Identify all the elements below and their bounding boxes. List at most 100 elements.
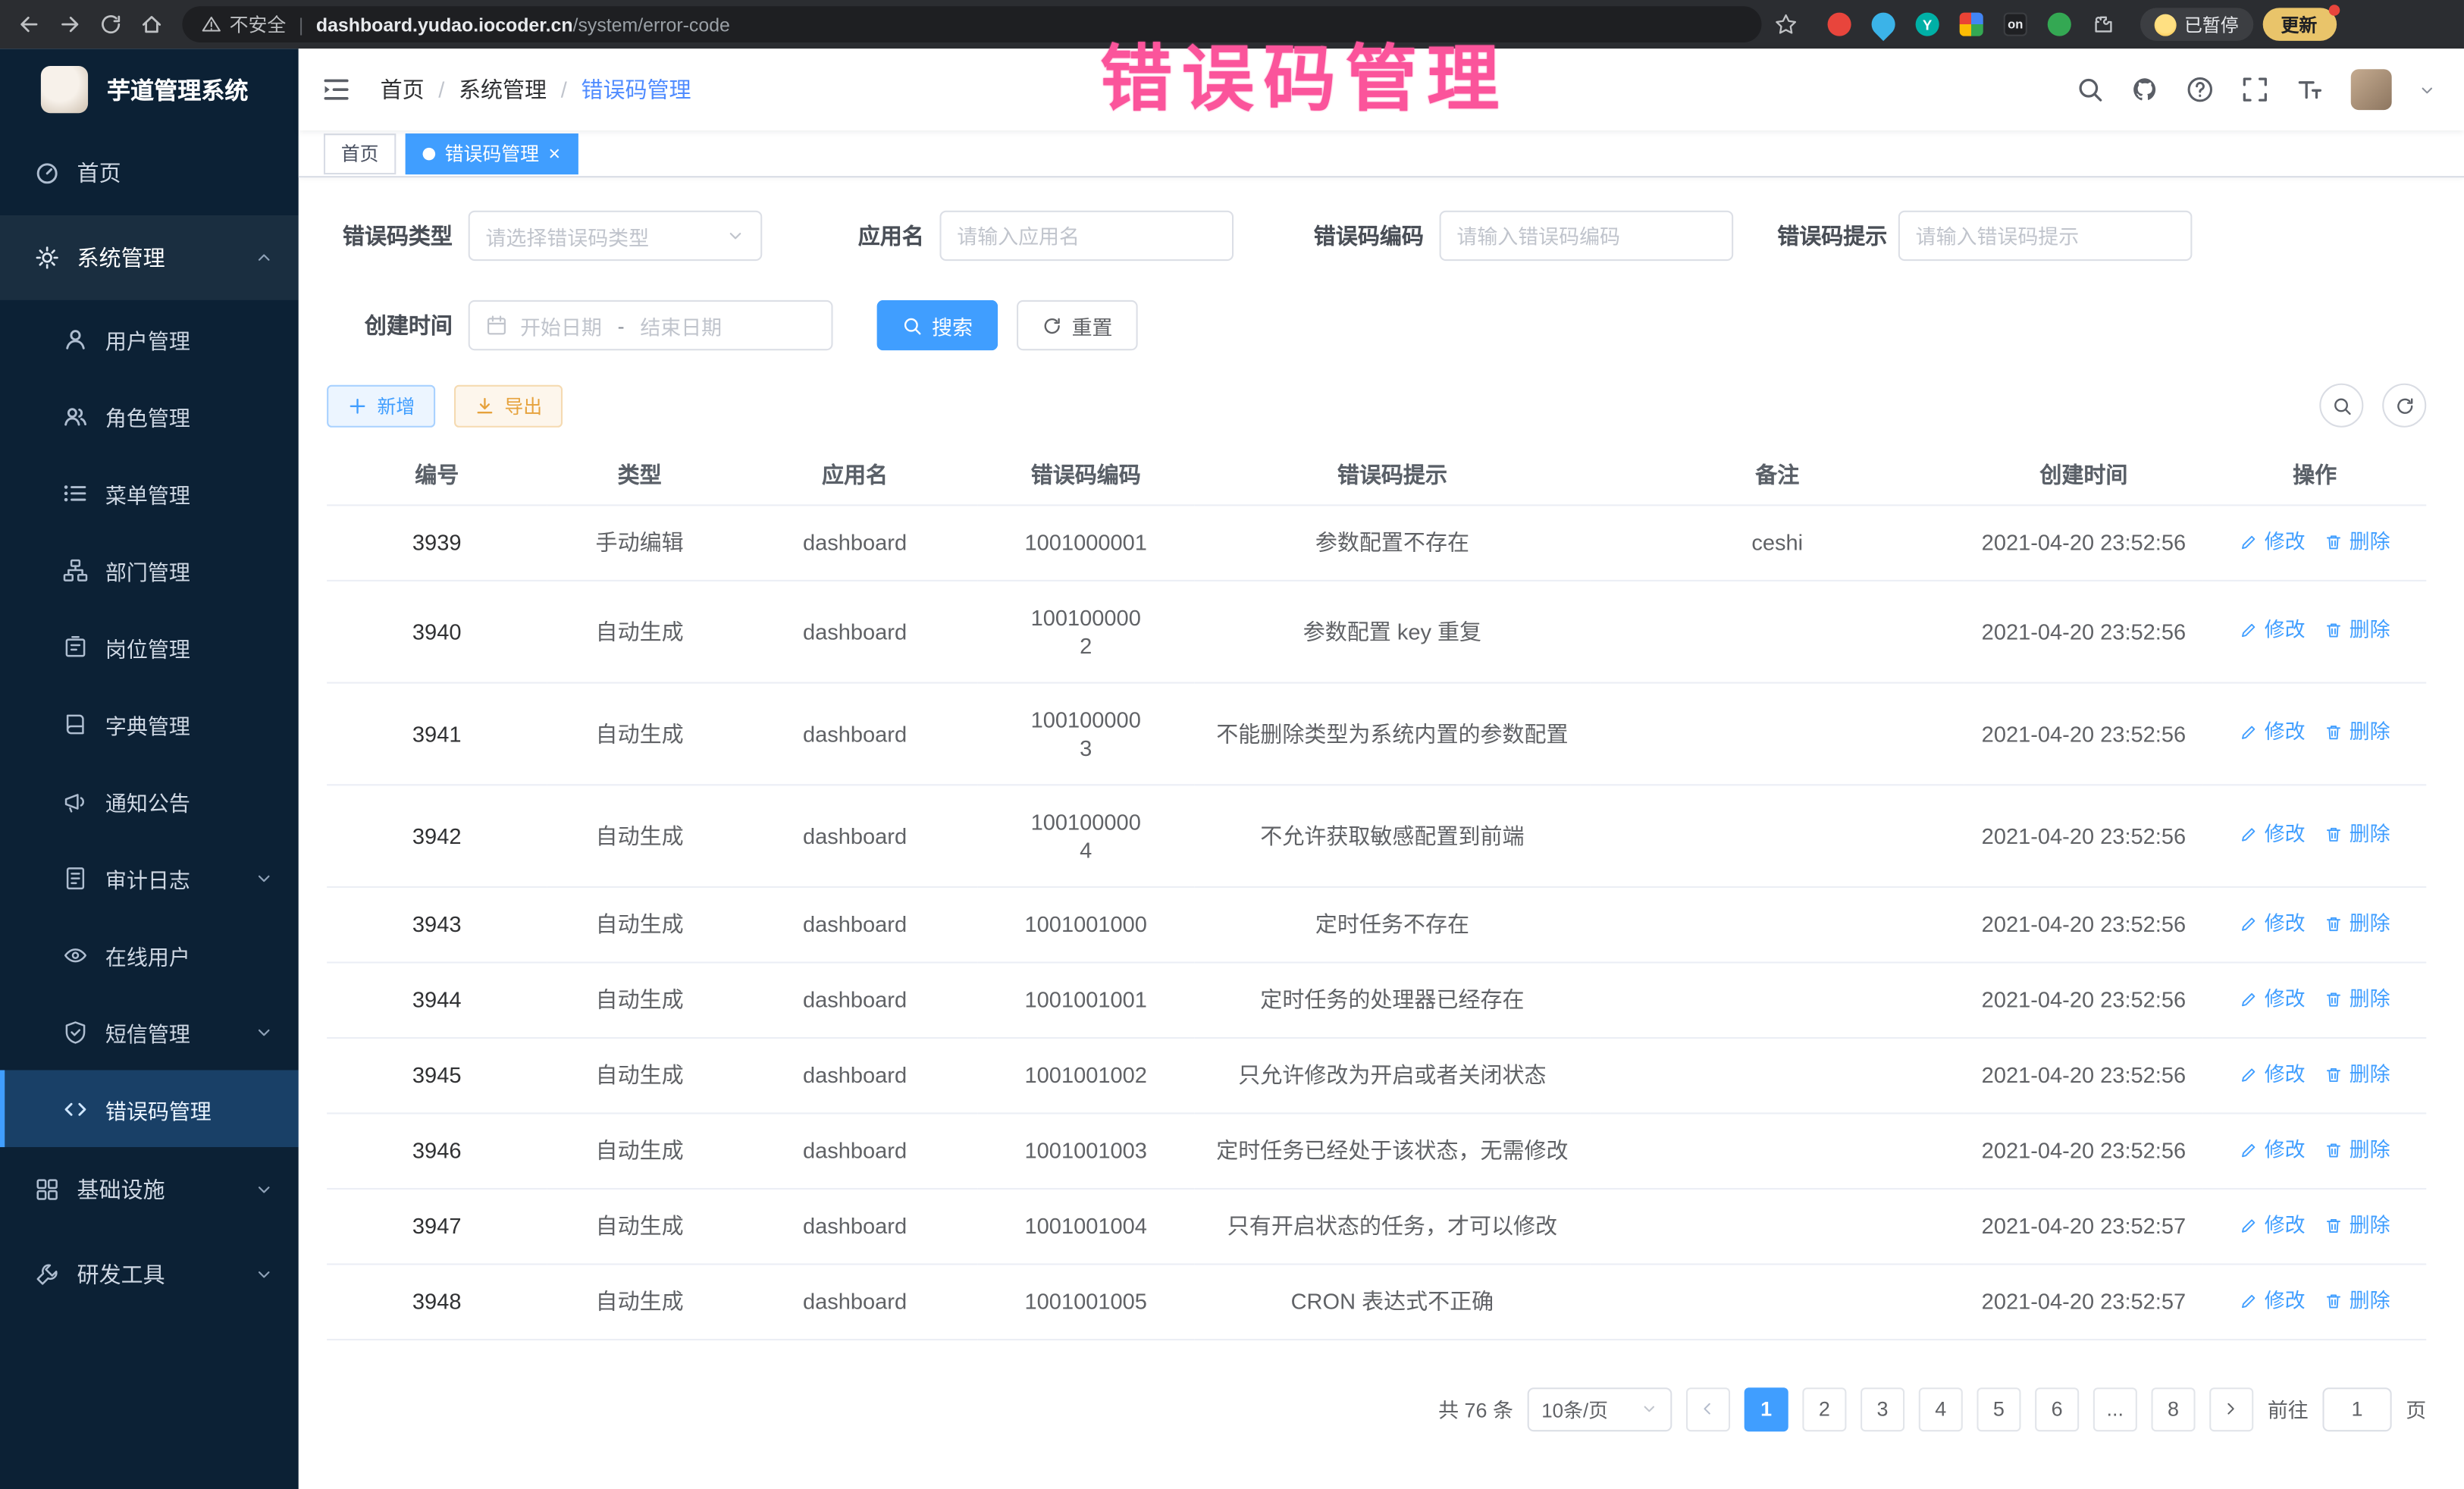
sidebar-item-sms[interactable]: 短信管理 [0, 993, 299, 1071]
extension-on-icon[interactable]: on [2004, 13, 2027, 36]
sidebar-item-dept[interactable]: 部门管理 [0, 531, 299, 609]
delete-link[interactable]: 删除 [2324, 1211, 2390, 1239]
add-button[interactable]: 新增 [327, 384, 435, 427]
delete-link[interactable]: 删除 [2324, 820, 2390, 848]
app-name-label: 应用名 [806, 220, 939, 251]
font-size-icon[interactable] [2296, 75, 2324, 103]
delete-link[interactable]: 删除 [2324, 1287, 2390, 1315]
breadcrumb-item[interactable]: 错误码管理 [581, 74, 691, 105]
edit-link[interactable]: 修改 [2240, 985, 2306, 1013]
extension-y-icon[interactable]: Y [1916, 13, 1939, 36]
page-button-1[interactable]: 1 [1745, 1387, 1788, 1431]
delete-link[interactable]: 删除 [2324, 1136, 2390, 1164]
refresh-table-button[interactable] [2382, 384, 2426, 428]
sidebar-item-system[interactable]: 系统管理 [0, 215, 299, 300]
cell-code: 1001000001 [977, 504, 1194, 579]
avatar-caret-icon[interactable] [2419, 81, 2436, 99]
extensions-puzzle-icon[interactable] [2092, 13, 2115, 36]
browser-update-button[interactable]: 更新 [2262, 8, 2336, 41]
page-button-2[interactable]: 2 [1802, 1387, 1846, 1431]
error-code-input[interactable] [1440, 211, 1734, 261]
search-button[interactable]: 搜索 [877, 300, 998, 350]
sidebar-item-label: 通知公告 [105, 785, 190, 816]
user-avatar[interactable] [2351, 69, 2392, 110]
tab-close-icon[interactable]: × [548, 143, 560, 164]
next-page-button[interactable] [2209, 1387, 2253, 1431]
edit-link[interactable]: 修改 [2240, 820, 2306, 848]
sidebar-item-audit-log[interactable]: 审计日志 [0, 839, 299, 917]
app-name-input[interactable] [939, 211, 1234, 261]
delete-link[interactable]: 删除 [2324, 1060, 2390, 1088]
edit-link[interactable]: 修改 [2240, 909, 2306, 937]
page-button-3[interactable]: 3 [1861, 1387, 1904, 1431]
edit-link[interactable]: 修改 [2240, 1287, 2306, 1315]
page-button-8[interactable]: 8 [2151, 1387, 2195, 1431]
browser-reload-icon[interactable] [91, 5, 129, 43]
delete-link[interactable]: 删除 [2324, 616, 2390, 644]
export-button[interactable]: 导出 [454, 384, 563, 427]
tab-首页[interactable]: 首页 [324, 133, 396, 174]
fullscreen-icon[interactable] [2241, 75, 2269, 103]
sidebar-item-infra[interactable]: 基础设施 [0, 1147, 299, 1232]
sidebar-item-online-user[interactable]: 在线用户 [0, 916, 299, 993]
breadcrumb-item[interactable]: 系统管理 [459, 74, 547, 105]
edit-link[interactable]: 修改 [2240, 616, 2306, 644]
sidebar-item-menu[interactable]: 菜单管理 [0, 454, 299, 531]
sidebar-item-user[interactable]: 用户管理 [0, 300, 299, 378]
reset-button[interactable]: 重置 [1017, 300, 1138, 350]
sidebar-item-dev-tool[interactable]: 研发工具 [0, 1232, 299, 1317]
breadcrumb-item[interactable]: 首页 [381, 74, 425, 105]
tab-错误码管理[interactable]: 错误码管理× [406, 133, 578, 174]
column-header: 编号 [327, 445, 547, 505]
page-button-4[interactable]: 4 [1919, 1387, 1963, 1431]
extension-red-icon[interactable] [1828, 13, 1851, 36]
bookmark-star-icon[interactable] [1768, 7, 1803, 42]
page-more-button[interactable]: ... [2093, 1387, 2137, 1431]
sidebar-item-notice[interactable]: 通知公告 [0, 762, 299, 839]
cell-time: 2021-04-20 23:52:56 [1964, 504, 2203, 579]
extension-grid-icon[interactable] [1960, 13, 1983, 36]
help-icon[interactable] [2186, 75, 2214, 103]
page-size-select[interactable]: 10条/页 [1528, 1387, 1672, 1431]
browser-home-icon[interactable] [132, 5, 170, 43]
browser-forward-icon[interactable] [50, 5, 88, 43]
address-bar[interactable]: 不安全 | dashboard.yudao.iocoder.cn/system/… [182, 6, 1761, 42]
edit-link[interactable]: 修改 [2240, 1060, 2306, 1088]
sidebar-item-post[interactable]: 岗位管理 [0, 608, 299, 685]
edit-link[interactable]: 修改 [2240, 718, 2306, 746]
error-type-select[interactable]: 请选择错误码类型 [469, 211, 763, 261]
error-hint-input[interactable] [1898, 211, 2193, 261]
edit-link[interactable]: 修改 [2240, 527, 2306, 555]
goto-page-input[interactable] [2322, 1387, 2391, 1431]
toggle-search-button[interactable] [2319, 384, 2363, 428]
delete-link[interactable]: 删除 [2324, 985, 2390, 1013]
header-search-icon[interactable] [2076, 75, 2104, 103]
security-chip[interactable]: 不安全 [201, 11, 286, 38]
sidebar-item-home[interactable]: 首页 [0, 130, 299, 215]
github-icon[interactable] [2131, 75, 2159, 103]
browser-back-icon[interactable] [9, 5, 47, 43]
extension-green-icon[interactable] [2048, 13, 2071, 36]
sidebar-item-label: 审计日志 [105, 862, 190, 893]
delete-link[interactable]: 删除 [2324, 527, 2390, 555]
sidebar-item-dict[interactable]: 字典管理 [0, 685, 299, 763]
sidebar-item-role[interactable]: 角色管理 [0, 377, 299, 454]
code-icon [63, 1096, 88, 1121]
delete-link[interactable]: 删除 [2324, 909, 2390, 937]
paused-profile-chip[interactable]: 已暂停 [2140, 8, 2252, 41]
filter-row-2: 创建时间 开始日期 - 结束日期 搜索 重置 [327, 300, 2426, 350]
date-range-picker[interactable]: 开始日期 - 结束日期 [469, 300, 833, 350]
tool-icon [35, 1262, 60, 1287]
delete-link[interactable]: 删除 [2324, 718, 2390, 746]
page-button-5[interactable]: 5 [1977, 1387, 2020, 1431]
cell-type: 自动生成 [547, 1112, 732, 1187]
sidebar-item-error-code[interactable]: 错误码管理 [0, 1071, 299, 1148]
extension-drop-icon[interactable] [1867, 8, 1900, 41]
edit-link[interactable]: 修改 [2240, 1136, 2306, 1164]
edit-link[interactable]: 修改 [2240, 1211, 2306, 1239]
prev-page-button[interactable] [1686, 1387, 1730, 1431]
cell-id: 3939 [327, 504, 547, 579]
page-button-6[interactable]: 6 [2035, 1387, 2079, 1431]
sidebar-toggle-icon[interactable] [321, 74, 352, 105]
app-logo[interactable]: 芋道管理系统 [0, 49, 299, 130]
